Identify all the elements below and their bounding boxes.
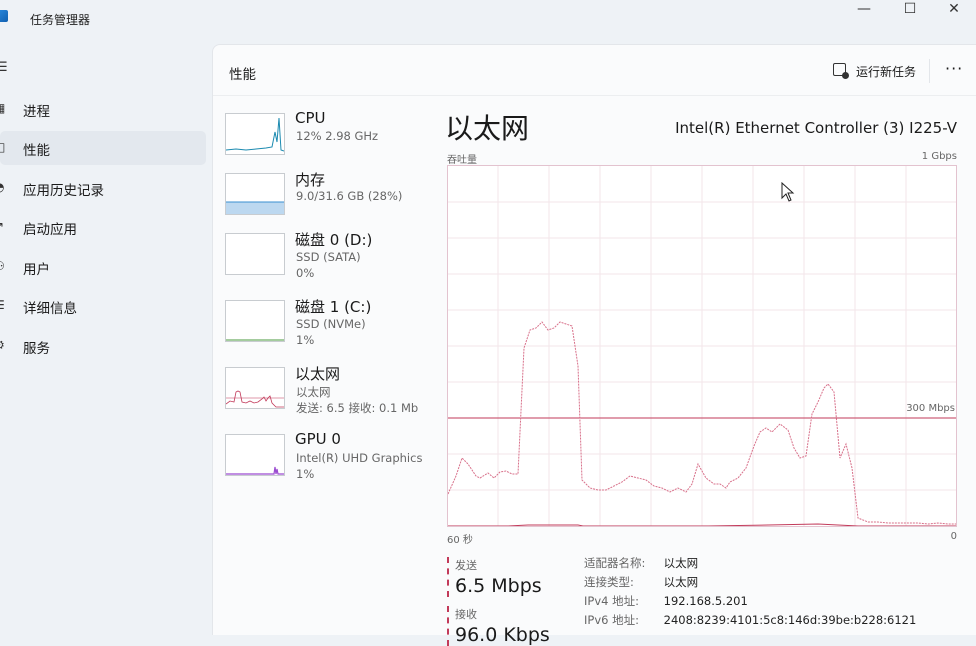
startup-icon: ↗ [0,219,8,233]
run-task-label: 运行新任务 [856,65,917,79]
minimize-button[interactable]: — [842,0,886,18]
device-name: GPU 0 [295,430,341,448]
sidebar-item-details[interactable]: ☰ 详细信息 [0,289,206,323]
sidebar: ☰ ▦ 进程 ◫ 性能 ◔ 应用历史记录 ↗ 启动应用 ⚇ 用户 ☰ 详细信息 … [0,40,212,634]
cpu-sparkline [226,117,284,152]
disk0-thumbnail [225,233,285,275]
users-icon: ⚇ [0,259,8,273]
device-item-ethernet[interactable]: 以太网 以太网 发送: 6.5 接收: 0.1 Mb [225,363,425,419]
property-key: IPv6 地址: [584,613,639,627]
sidebar-item-label: 详细信息 [23,301,77,317]
performance-icon: ◫ [0,140,8,154]
device-name: 内存 [295,171,326,189]
sidebar-item-users[interactable]: ⚇ 用户 [0,250,206,284]
scale-reference-label: 300 Mbps [906,403,955,414]
property-value: 2408:8239:4101:5c8:146d:39be:b228:6121 [663,613,917,627]
adapter-name: Intel(R) Ethernet Controller (3) I225-V [675,119,957,137]
device-type: Intel(R) UHD Graphics [296,451,423,465]
device-stat: 0% [296,266,315,280]
hamburger-menu-icon[interactable]: ☰ [0,60,8,75]
ethernet-sparkline [226,390,284,408]
throughput-graph [447,165,957,527]
page-title: 性能 [229,67,256,83]
sidebar-item-startup-apps[interactable]: ↗ 启动应用 [0,210,206,244]
cpu-thumbnail [225,113,285,155]
property-row: 连接类型: 以太网 [584,574,916,593]
sidebar-item-label: 进程 [23,104,50,120]
sidebar-item-performance[interactable]: ◫ 性能 [0,131,206,165]
device-type: 以太网 [296,385,331,399]
property-key: 连接类型: [584,575,634,589]
sidebar-item-label: 启动应用 [23,222,77,238]
send-value: 6.5 Mbps [455,575,542,597]
time-axis-start-label: 60 秒 [447,535,473,546]
device-item-cpu[interactable]: CPU 12% 2.98 GHz [225,109,425,165]
run-task-icon [833,63,849,79]
mouse-cursor-icon [781,182,795,202]
receive-stat: 接收 96.0 Kbps [447,606,550,646]
send-label: 发送 [455,559,477,572]
property-row: IPv6 地址: 2408:8239:4101:5c8:146d:39be:b2… [584,612,916,631]
throughput-graph-svg [447,166,956,527]
disk1-thumbnail [225,300,285,342]
sidebar-item-services[interactable]: ⚙ 服务 [0,329,206,363]
page-header: 性能 运行新任务 ··· [213,45,976,96]
details-icon: ☰ [0,298,8,312]
window-title: 任务管理器 [30,13,91,27]
sidebar-item-label: 性能 [23,143,50,159]
device-stat: 1% [296,467,315,481]
device-stat: 9.0/31.6 GB (28%) [296,189,403,203]
device-type: SSD (NVMe) [296,317,366,331]
property-value: 以太网 [663,575,699,589]
device-stat: 发送: 6.5 接收: 0.1 Mb [296,401,419,415]
property-key: 适配器名称: [584,556,646,570]
device-type: SSD (SATA) [296,250,361,264]
property-row: 适配器名称: 以太网 [584,555,916,574]
gpu-sparkline [226,466,284,475]
max-scale-label: 1 Gbps [921,151,957,162]
services-icon: ⚙ [0,338,8,352]
adapter-properties: 适配器名称: 以太网 连接类型: 以太网 IPv4 地址: 192.168.5.… [584,555,916,631]
disk1-sparkline [226,339,284,341]
device-name: 磁盘 1 (C:) [295,298,372,316]
device-item-memory[interactable]: 内存 9.0/31.6 GB (28%) [225,169,425,225]
sidebar-item-processes[interactable]: ▦ 进程 [0,92,206,126]
time-axis-end-label: 0 [950,531,957,542]
title-bar: 任务管理器 — ☐ ✕ [0,0,976,40]
grid-icon: ▦ [0,101,8,115]
send-stat: 发送 6.5 Mbps [447,557,542,597]
device-name: 以太网 [295,365,341,383]
property-key: IPv4 地址: [584,594,639,608]
device-name: CPU [295,109,326,127]
ethernet-detail-panel: 以太网 Intel(R) Ethernet Controller (3) I22… [441,95,976,646]
property-row: IPv4 地址: 192.168.5.201 [584,593,916,612]
device-stat: 12% 2.98 GHz [296,129,379,143]
device-item-gpu-0[interactable]: GPU 0 Intel(R) UHD Graphics 1% [225,430,425,486]
memory-fill-graph [226,201,284,214]
property-value: 以太网 [663,556,699,570]
device-name: 磁盘 0 (D:) [295,231,373,249]
close-button[interactable]: ✕ [932,0,976,18]
sidebar-item-label: 服务 [23,341,50,357]
detail-title: 以太网 [445,112,530,145]
header-divider [929,59,930,83]
sidebar-item-label: 应用历史记录 [23,183,104,199]
more-options-button[interactable]: ··· [945,59,963,78]
gpu-thumbnail [225,434,285,476]
property-value: 192.168.5.201 [663,594,748,608]
main-panel: 性能 运行新任务 ··· CPU 12% 2.98 GHz 内存 9.0/31.… [212,44,976,646]
device-stat: 1% [296,333,315,347]
throughput-label: 吞吐量 [447,155,477,166]
device-item-disk-1[interactable]: 磁盘 1 (C:) SSD (NVMe) 1% [225,296,425,352]
sidebar-item-app-history[interactable]: ◔ 应用历史记录 [0,171,206,205]
memory-thumbnail [225,173,285,215]
maximize-button[interactable]: ☐ [888,0,932,18]
task-manager-app-icon [0,10,8,22]
device-item-disk-0[interactable]: 磁盘 0 (D:) SSD (SATA) 0% [225,229,425,285]
receive-value: 96.0 Kbps [455,624,550,646]
history-icon: ◔ [0,180,8,194]
receive-label: 接收 [455,608,477,621]
sidebar-item-label: 用户 [23,262,50,278]
ethernet-thumbnail [225,367,285,409]
